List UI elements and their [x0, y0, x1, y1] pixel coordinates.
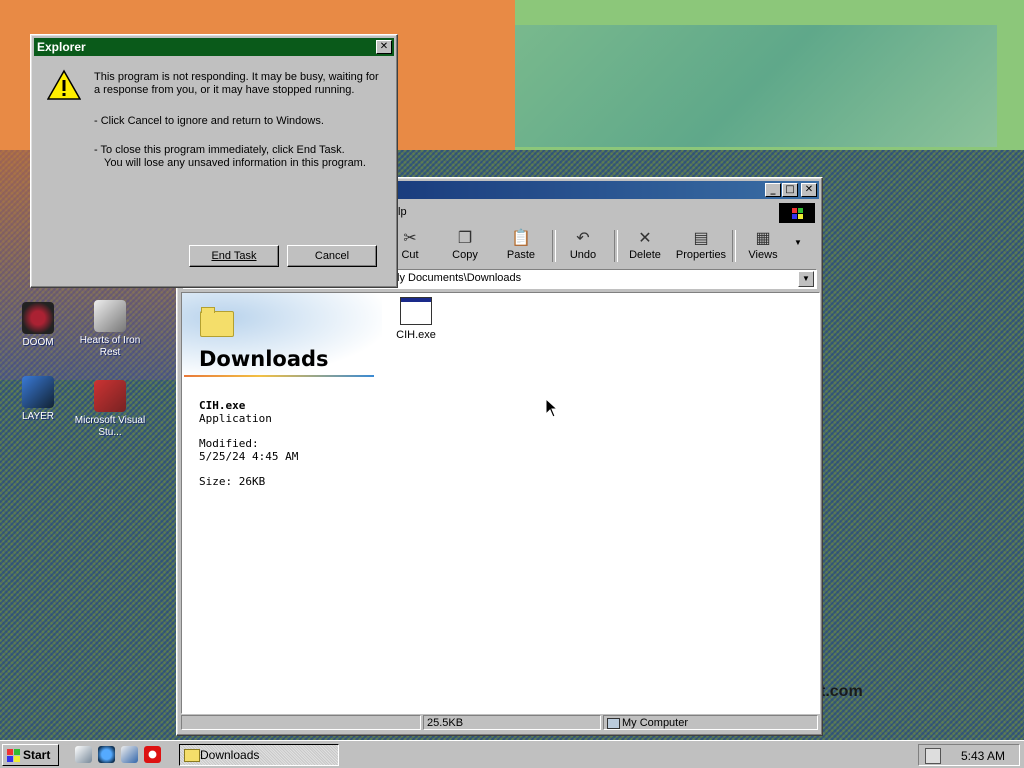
web-view-pane: Downloads CIH.exe Application Modified: …: [182, 293, 382, 713]
menu-help[interactable]: lp: [398, 206, 407, 218]
system-tray: 5:43 AM: [918, 744, 1020, 766]
status-cell-objects: [181, 715, 421, 730]
application-icon: [400, 297, 432, 325]
tray-network-icon[interactable]: [925, 748, 941, 764]
pane-title: Downloads: [199, 347, 329, 371]
windows-flag-icon: [6, 748, 20, 762]
paste-icon: 📋: [511, 230, 531, 247]
status-size: 25.5KB: [423, 715, 601, 730]
dialog-line-unsaved: You will lose any unsaved information in…: [104, 157, 366, 169]
folder-view[interactable]: Downloads CIH.exe Application Modified: …: [181, 292, 820, 714]
status-bar: 25.5KB My Computer: [180, 714, 819, 732]
dialog-line-cancel: - Click Cancel to ignore and return to W…: [94, 115, 324, 127]
show-desktop-icon[interactable]: [75, 746, 92, 763]
wallpaper-text: t.com: [820, 683, 863, 700]
desktop-icon-layer[interactable]: LAYER: [0, 376, 76, 423]
address-text: ly Documents\Downloads: [397, 272, 522, 284]
not-responding-dialog: Explorer ✕ This program is not respondin…: [30, 34, 398, 288]
views-button[interactable]: ▦ Views: [736, 228, 790, 264]
detail-file-type: Application: [199, 412, 272, 425]
taskbar-button-label: Downloads: [200, 748, 260, 762]
computer-icon: [607, 718, 620, 729]
outlook-express-icon[interactable]: [121, 746, 138, 763]
internet-explorer-icon[interactable]: [98, 746, 115, 763]
clock[interactable]: 5:43 AM: [961, 749, 1005, 763]
doom-icon: [22, 302, 54, 334]
maximize-button[interactable]: □: [782, 183, 798, 197]
desktop-icon-hearts-of-iron[interactable]: Hearts of Iron Rest: [72, 300, 148, 359]
copy-button[interactable]: ❐ Copy: [438, 228, 492, 264]
dialog-line-end-task: - To close this program immediately, cli…: [94, 144, 345, 156]
dialog-close-button[interactable]: ✕: [376, 40, 392, 54]
dialog-message: This program is not responding. It may b…: [94, 71, 384, 170]
start-button[interactable]: Start: [2, 744, 59, 766]
copy-icon: ❐: [457, 230, 473, 247]
start-label: Start: [23, 748, 51, 762]
detail-size: Size: 26KB: [199, 475, 266, 488]
views-dropdown-arrow-icon[interactable]: ▼: [794, 238, 802, 247]
address-dropdown-icon[interactable]: ▼: [798, 271, 814, 287]
status-location: My Computer: [603, 715, 818, 730]
dialog-title: Explorer: [37, 40, 86, 54]
warning-icon: [47, 69, 81, 100]
paste-button[interactable]: 📋 Paste: [494, 228, 548, 264]
taskbar-button-downloads[interactable]: Downloads: [179, 744, 339, 766]
cancel-button[interactable]: Cancel: [287, 245, 377, 267]
wallpaper-panel: [515, 25, 997, 147]
folder-icon: [184, 749, 200, 762]
close-button[interactable]: ✕: [801, 183, 817, 197]
dialog-controls: ✕: [375, 40, 392, 54]
delete-button[interactable]: ✕ Delete: [618, 228, 672, 264]
windows-logo-icon: [779, 203, 815, 223]
file-item-label: CIH.exe: [396, 329, 436, 341]
pane-divider: [184, 375, 374, 377]
properties-icon: ▤: [693, 230, 709, 247]
delete-icon: ✕: [638, 230, 652, 247]
taskbar: Start Downloads 5:43 AM: [0, 740, 1024, 768]
cut-icon: ✂: [403, 230, 417, 247]
opera-icon[interactable]: [144, 746, 161, 763]
status-location-label: My Computer: [622, 717, 689, 729]
folder-icon: [200, 307, 234, 337]
views-icon: ▦: [755, 230, 771, 247]
layer-icon: [22, 376, 54, 408]
detail-modified-value: 5/25/24 4:45 AM: [199, 450, 299, 463]
undo-icon: ↶: [576, 230, 590, 247]
visual-studio-icon: [94, 380, 126, 412]
dialog-line-not-responding: This program is not responding. It may b…: [94, 71, 379, 96]
minimize-button[interactable]: _: [765, 183, 781, 197]
desktop-icon-doom[interactable]: DOOM: [0, 302, 76, 349]
undo-button[interactable]: ↶ Undo: [556, 228, 610, 264]
end-task-button[interactable]: End Task: [189, 245, 279, 267]
game-icon: [94, 300, 126, 332]
desktop-icon-visual-studio[interactable]: Microsoft Visual Stu...: [72, 380, 148, 439]
mouse-cursor-icon: [545, 398, 559, 418]
detail-file-name: CIH.exe: [199, 399, 246, 412]
file-item[interactable]: CIH.exe: [384, 297, 448, 341]
file-details: CIH.exe Application Modified: 5/25/24 4:…: [199, 399, 298, 488]
window-controls: _ □ ✕: [764, 183, 817, 197]
detail-modified-label: Modified:: [199, 437, 259, 450]
properties-button[interactable]: ▤ Properties: [674, 228, 728, 264]
dialog-titlebar[interactable]: Explorer ✕: [34, 38, 394, 56]
